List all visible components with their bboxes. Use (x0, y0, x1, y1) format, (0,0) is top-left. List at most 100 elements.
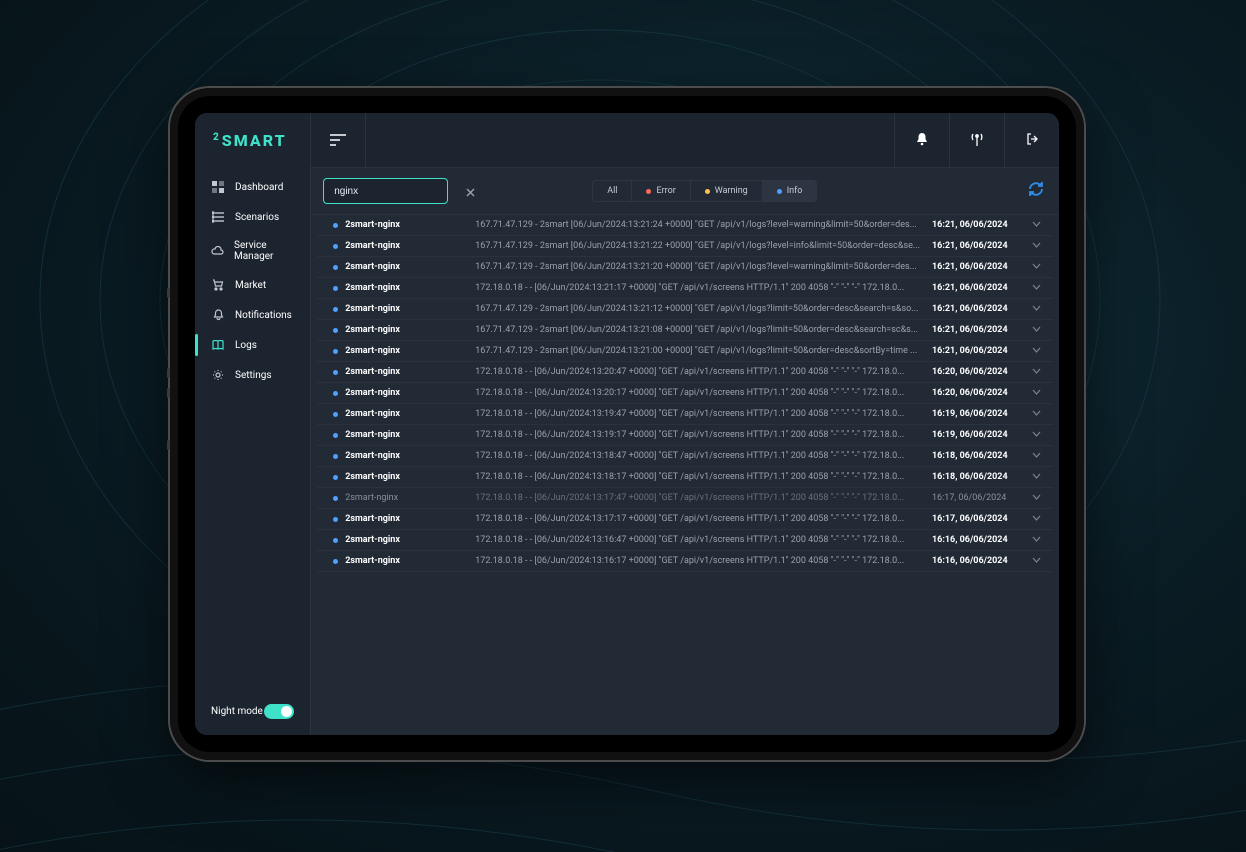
level-filter-all[interactable]: All (593, 181, 631, 201)
menu-button[interactable] (311, 113, 366, 168)
tablet-side-button (167, 440, 170, 450)
log-row[interactable]: 2smart-nginx167.71.47.129 - 2smart [06/J… (317, 236, 1053, 257)
log-row[interactable]: 2smart-nginx172.18.0.18 - - [06/Jun/2024… (317, 509, 1053, 530)
log-list[interactable]: 2smart-nginx 167.71.47.129 - 2smart [06/J… (311, 215, 1059, 735)
dot-warning-icon (705, 189, 710, 194)
level-filter-error[interactable]: Error (631, 181, 689, 201)
sidebar-item-scenarios[interactable]: Scenarios (195, 202, 310, 232)
log-level-dot (325, 538, 345, 543)
log-row[interactable]: 2smart-nginx172.18.0.18 - - [06/Jun/2024… (317, 362, 1053, 383)
refresh-button[interactable] (1025, 180, 1047, 202)
sidebar-item-label: Dashboard (235, 182, 283, 193)
log-service: 2smart-nginx (345, 325, 475, 335)
log-row[interactable]: 2smart-nginx172.18.0.18 - - [06/Jun/2024… (317, 488, 1053, 509)
expand-row-button[interactable] (1027, 514, 1045, 524)
log-row[interactable]: 2smart-nginx172.18.0.18 - - [06/Jun/2024… (317, 530, 1053, 551)
log-timestamp: 16:21, 06/06/2024 (932, 325, 1027, 335)
brand-logo: 2SMART (195, 113, 310, 168)
level-filter-info[interactable]: Info (762, 181, 817, 201)
log-message: 172.18.0.18 - - [06/Jun/2024:13:18:17 +0… (475, 472, 932, 482)
dot-info-icon (333, 412, 338, 417)
expand-row-button[interactable] (1027, 325, 1045, 335)
log-message: 167.71.47.129 - 2smart [06/Jun/2024:13:2… (475, 304, 932, 314)
log-row[interactable]: 2smart-nginx172.18.0.18 - - [06/Jun/2024… (317, 383, 1053, 404)
log-timestamp: 16:21, 06/06/2024 (932, 241, 1027, 251)
sidebar-item-notifications[interactable]: Notifications (195, 300, 310, 330)
log-row[interactable]: 2smart-nginx167.71.47.129 - 2smart [06/J… (317, 341, 1053, 362)
chevron-down-icon (1032, 346, 1041, 356)
expand-row-button[interactable] (1027, 241, 1045, 251)
sidebar-item-label: Scenarios (235, 212, 279, 223)
log-row[interactable]: 2smart-nginx172.18.0.18 - - [06/Jun/2024… (317, 551, 1053, 572)
level-label: All (607, 186, 617, 196)
chevron-down-icon (1032, 451, 1041, 461)
expand-row-button[interactable] (1027, 262, 1045, 272)
expand-row-button[interactable] (1027, 367, 1045, 377)
dot-info-icon (333, 349, 338, 354)
logout-button[interactable] (1004, 113, 1059, 168)
log-level-dot (325, 475, 345, 480)
log-row[interactable]: 2smart-nginx172.18.0.18 - - [06/Jun/2024… (317, 467, 1053, 488)
log-row[interactable]: 2smart-nginx172.18.0.18 - - [06/Jun/2024… (317, 278, 1053, 299)
night-mode-toggle[interactable] (264, 704, 294, 719)
log-message: 172.18.0.18 - - [06/Jun/2024:13:20:17 +0… (475, 388, 932, 398)
sidebar-item-logs[interactable]: Logs (195, 330, 310, 360)
log-row[interactable]: 2smart-nginx167.71.47.129 - 2smart [06/J… (317, 215, 1053, 236)
log-timestamp: 16:18, 06/06/2024 (932, 451, 1027, 461)
log-service: 2smart-nginx (345, 451, 475, 461)
log-row[interactable]: 2smart-nginx172.18.0.18 - - [06/Jun/2024… (317, 425, 1053, 446)
log-service: 2smart-nginx (345, 556, 475, 566)
dot-info-icon (333, 454, 338, 459)
chevron-down-icon (1032, 304, 1041, 314)
cloud-icon (211, 244, 224, 258)
broadcast-button[interactable] (949, 113, 1004, 168)
brand-name: SMART (222, 131, 287, 150)
level-filter-warning[interactable]: Warning (690, 181, 762, 201)
level-label: Error (656, 186, 675, 196)
sidebar-item-dashboard[interactable]: Dashboard (195, 172, 310, 202)
clear-search-button[interactable] (466, 184, 475, 198)
expand-row-button[interactable] (1027, 220, 1045, 230)
sidebar-item-service-manager[interactable]: Service Manager (195, 232, 310, 270)
chevron-down-icon (1032, 535, 1041, 545)
log-row[interactable]: 2smart-nginx167.71.47.129 - 2smart [06/J… (317, 320, 1053, 341)
log-row[interactable]: 2smart-nginx172.18.0.18 - - [06/Jun/2024… (317, 404, 1053, 425)
sidebar-item-settings[interactable]: Settings (195, 360, 310, 390)
search-field[interactable] (323, 178, 448, 204)
expand-row-button[interactable] (1027, 346, 1045, 356)
notifications-button[interactable] (894, 113, 949, 168)
log-row[interactable]: 2smart-nginx172.18.0.18 - - [06/Jun/2024… (317, 446, 1053, 467)
expand-row-button[interactable] (1027, 556, 1045, 566)
expand-row-button[interactable] (1027, 409, 1045, 419)
chevron-down-icon (1032, 241, 1041, 251)
sidebar-item-market[interactable]: Market (195, 270, 310, 300)
expand-row-button[interactable] (1027, 283, 1045, 293)
chevron-down-icon (1032, 409, 1041, 419)
chevron-down-icon (1032, 493, 1041, 503)
expand-row-button[interactable] (1027, 493, 1045, 503)
dot-info-icon (333, 307, 338, 312)
expand-row-button[interactable] (1027, 451, 1045, 461)
log-timestamp: 16:20, 06/06/2024 (932, 388, 1027, 398)
level-label: Warning (715, 186, 748, 196)
expand-row-button[interactable] (1027, 535, 1045, 545)
tablet-side-button (167, 368, 170, 378)
search-input[interactable] (334, 186, 466, 197)
expand-row-button[interactable] (1027, 430, 1045, 440)
log-level-dot (325, 307, 345, 312)
log-service: 2smart-nginx (345, 241, 475, 251)
log-service: 2smart-nginx (345, 283, 475, 293)
log-message: 172.18.0.18 - - [06/Jun/2024:13:19:47 +0… (475, 409, 932, 419)
log-row[interactable]: 2smart-nginx167.71.47.129 - 2smart [06/J… (317, 257, 1053, 278)
log-level-dot (325, 559, 345, 564)
expand-row-button[interactable] (1027, 388, 1045, 398)
sidebar-item-label: Notifications (235, 310, 292, 321)
expand-row-button[interactable] (1027, 304, 1045, 314)
log-row[interactable]: 2smart-nginx167.71.47.129 - 2smart [06/J… (317, 299, 1053, 320)
log-message: 172.18.0.18 - - [06/Jun/2024:13:17:47 +0… (475, 493, 932, 503)
log-service: 2smart-nginx (345, 472, 475, 482)
log-timestamp: 16:17, 06/06/2024 (932, 493, 1027, 503)
expand-row-button[interactable] (1027, 472, 1045, 482)
dot-info-icon (333, 475, 338, 480)
chevron-down-icon (1032, 367, 1041, 377)
